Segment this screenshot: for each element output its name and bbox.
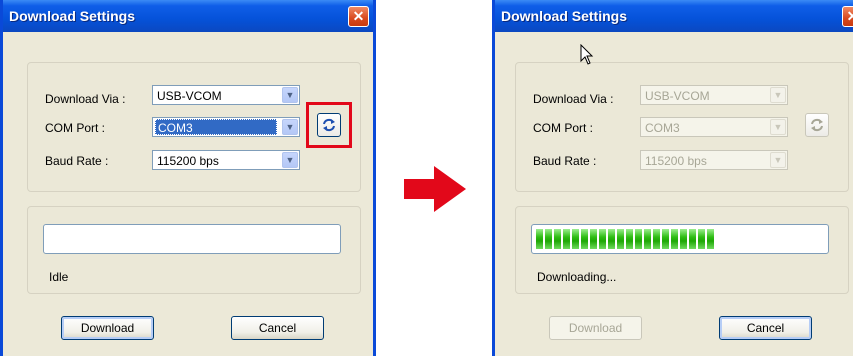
baud-rate-value: 115200 bps: [157, 154, 219, 168]
download-via-label: Download Via :: [45, 92, 126, 106]
baud-rate-label: Baud Rate :: [533, 154, 597, 168]
baud-rate-label: Baud Rate :: [45, 154, 109, 168]
chevron-down-icon[interactable]: ▼: [282, 87, 298, 103]
progress-segment: [626, 229, 633, 249]
progress-segment: [617, 229, 624, 249]
refresh-icon: [323, 118, 335, 132]
progress-segment: [554, 229, 561, 249]
close-icon: ✕: [846, 8, 853, 24]
progress-segment: [590, 229, 597, 249]
cancel-button[interactable]: Cancel: [231, 316, 324, 340]
baud-rate-value: 115200 bps: [645, 154, 707, 168]
refresh-icon: [811, 118, 823, 132]
progress-fill: [536, 229, 714, 249]
download-button[interactable]: Download: [549, 316, 642, 340]
download-via-value: USB-VCOM: [645, 89, 710, 103]
download-via-select[interactable]: USB-VCOM ▼: [152, 85, 300, 105]
progress-segment: [572, 229, 579, 249]
download-via-select[interactable]: USB-VCOM ▼: [640, 85, 788, 105]
com-port-select[interactable]: COM3 ▼: [152, 117, 300, 137]
download-via-label: Download Via :: [533, 92, 614, 106]
chevron-down-icon[interactable]: ▼: [770, 119, 786, 135]
download-via-value: USB-VCOM: [157, 89, 222, 103]
close-button[interactable]: ✕: [348, 6, 369, 27]
progress-segment: [608, 229, 615, 249]
progress-segment: [563, 229, 570, 249]
title-bar[interactable]: Download Settings ✕: [495, 0, 853, 32]
baud-rate-select[interactable]: 115200 bps ▼: [640, 150, 788, 170]
dialog-title: Download Settings: [9, 8, 135, 24]
chevron-down-icon[interactable]: ▼: [770, 152, 786, 168]
status-text: Idle: [49, 270, 69, 284]
progress-segment: [653, 229, 660, 249]
progress-segment: [707, 229, 714, 249]
cancel-button[interactable]: Cancel: [719, 316, 812, 340]
status-text: Downloading...: [537, 270, 617, 284]
download-settings-dialog-after: Download Settings ✕ Download Via : USB-V…: [492, 0, 853, 356]
progress-segment: [581, 229, 588, 249]
close-icon: ✕: [352, 8, 365, 24]
progress-segment: [662, 229, 669, 249]
baud-rate-select[interactable]: 115200 bps ▼: [152, 150, 300, 170]
refresh-com-port-button[interactable]: [317, 113, 341, 137]
com-port-value: COM3: [155, 119, 277, 135]
download-progress-bar: [43, 224, 341, 254]
download-settings-dialog-before: Download Settings ✕ Download Via : USB-V…: [0, 0, 376, 356]
download-button[interactable]: Download: [61, 316, 154, 340]
progress-segment: [644, 229, 651, 249]
progress-segment: [599, 229, 606, 249]
title-bar[interactable]: Download Settings ✕: [3, 0, 373, 32]
progress-segment: [671, 229, 678, 249]
refresh-com-port-button[interactable]: [805, 113, 829, 137]
chevron-down-icon[interactable]: ▼: [770, 87, 786, 103]
progress-segment: [698, 229, 705, 249]
com-port-label: COM Port :: [45, 121, 106, 135]
mouse-cursor-icon: [580, 44, 594, 65]
progress-segment: [680, 229, 687, 249]
com-port-select[interactable]: COM3 ▼: [640, 117, 788, 137]
right-arrow-icon: [404, 166, 466, 212]
progress-segment: [635, 229, 642, 249]
close-button[interactable]: ✕: [842, 6, 853, 27]
dialog-title: Download Settings: [501, 8, 627, 24]
download-progress-bar: [531, 224, 829, 254]
chevron-down-icon[interactable]: ▼: [282, 119, 298, 135]
chevron-down-icon[interactable]: ▼: [282, 152, 298, 168]
progress-segment: [545, 229, 552, 249]
com-port-value: COM3: [645, 121, 680, 135]
progress-segment: [536, 229, 543, 249]
progress-segment: [689, 229, 696, 249]
com-port-label: COM Port :: [533, 121, 594, 135]
